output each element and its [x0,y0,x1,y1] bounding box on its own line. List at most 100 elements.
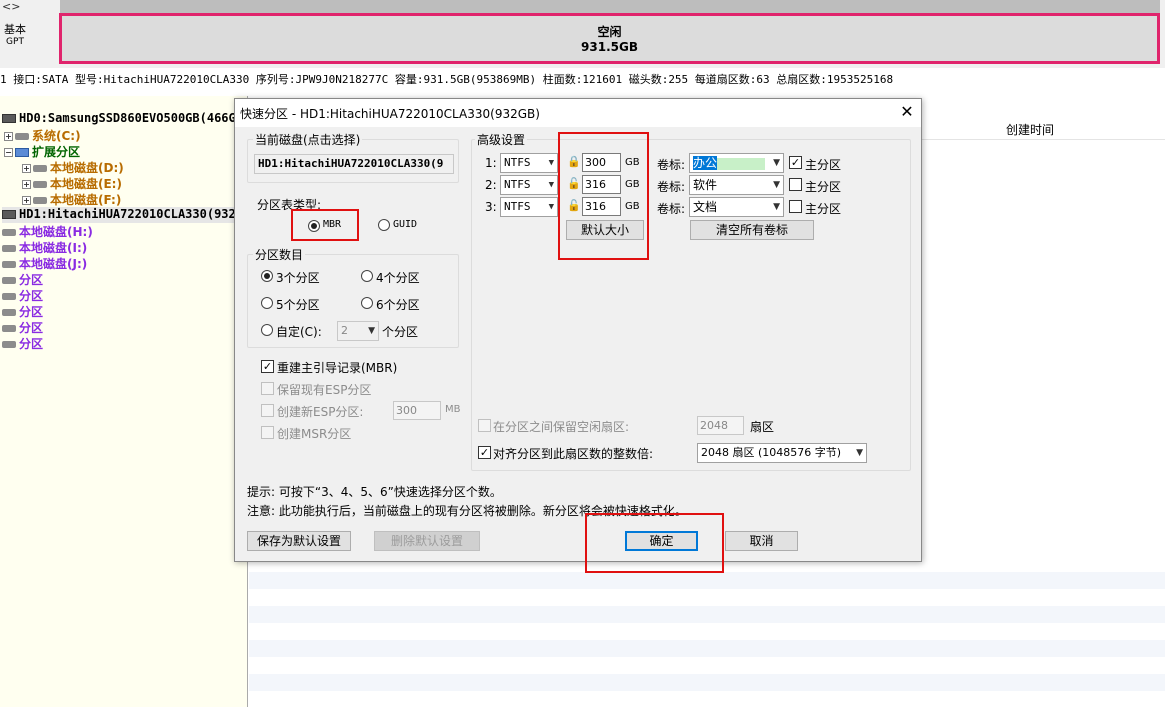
row-1-fs: NTFS [504,156,531,169]
disk-info-line: 1 接口:SATA 型号:HitachiHUA722010CLA330 序列号:… [0,73,894,86]
annotation-box-ok [585,513,724,573]
partition-icon [33,197,47,204]
row-3-vol: 文档 [693,200,718,214]
tree-item-label: 本地磁盘(E:) [50,177,122,191]
count-6-radio[interactable] [361,297,373,309]
count-3-radio[interactable] [261,270,273,282]
count-3-label: 3个分区 [276,271,320,285]
expand-icon[interactable]: + [22,180,31,189]
tree-item-j[interactable]: 本地磁盘(J:) [2,255,87,271]
expand-icon[interactable]: + [22,196,31,205]
annotation-box-mbr [291,209,359,241]
tree-item-d[interactable]: + 本地磁盘(D:) [22,159,124,175]
create-esp-checkbox[interactable] [261,404,274,417]
partition-icon [2,293,16,300]
tree-item-f[interactable]: + 本地磁盘(F:) [22,191,121,207]
row-2-primary-checkbox[interactable] [789,178,802,191]
count-5-radio[interactable] [261,297,273,309]
keep-free-sectors-label: 在分区之间保留空闲扇区: [493,420,630,434]
list-stripe [249,606,1165,623]
row-2-vol-select[interactable]: 软件 ▼ [689,175,784,195]
align-select[interactable]: 2048 扇区 (1048576 字节) ▼ [697,443,867,463]
close-icon[interactable]: ✕ [897,102,917,121]
chevron-down-icon: ▼ [773,202,780,212]
guid-label: GUID [393,219,418,230]
tree-item-partition[interactable]: 分区 [2,303,43,319]
tree-item-h[interactable]: 本地磁盘(H:) [2,223,93,239]
free-sectors-input[interactable]: 2048 [697,416,744,435]
delete-default-button[interactable]: 删除默认设置 [374,531,480,551]
save-default-button[interactable]: 保存为默认设置 [247,531,351,551]
tree-item-partition[interactable]: 分区 [2,319,43,335]
tree-item-i[interactable]: 本地磁盘(I:) [2,239,87,255]
clear-labels-button[interactable]: 清空所有卷标 [690,220,814,240]
partition-icon [2,261,16,268]
esp-unit: MB [445,404,461,415]
partition-icon [2,325,16,332]
custom-count-suffix: 个分区 [382,325,419,339]
row-3-primary-checkbox[interactable] [789,200,802,213]
custom-count-value: 2 [341,324,348,337]
count-5-label: 5个分区 [276,298,320,312]
custom-count-select[interactable]: 2 ▼ [337,321,379,341]
hard-disk-icon [2,210,16,219]
tree-item-label: 本地磁盘(D:) [50,161,124,175]
tree-item-partition[interactable]: 分区 [2,287,43,303]
tree-item-hd0[interactable]: HD0:SamsungSSD860EVO500GB(466GB) [2,111,250,127]
chevron-down-icon: ▼ [548,158,554,168]
partition-icon [33,181,47,188]
count-4-label: 4个分区 [376,271,420,285]
keep-esp-label: 保留现有ESP分区 [277,383,372,397]
free-sectors-unit: 扇区 [750,420,775,434]
column-create-time[interactable]: 创建时间 [1006,121,1054,138]
row-1-vol-select[interactable]: 办公 ▼ [689,153,784,173]
row-2-index: 2: [485,178,497,192]
row-1-vol: 办公 [693,156,718,170]
tree-item-partition[interactable]: 分区 [2,335,43,351]
row-2-vol-label: 卷标: [657,180,686,194]
rebuild-mbr-checkbox[interactable]: ✓ [261,360,274,373]
tree-item-extended[interactable]: − 扩展分区 [4,143,80,159]
vol-highlight [717,157,766,170]
free-space-block[interactable]: 空闲 931.5GB [59,13,1160,64]
nav-arrows[interactable]: <> [2,0,20,13]
expand-icon[interactable]: + [22,164,31,173]
row-1-index: 1: [485,156,497,170]
count-4-radio[interactable] [361,270,373,282]
current-disk-selector[interactable]: HD1:HitachiHUA722010CLA330(9 [254,154,454,174]
row-3-fs-select[interactable]: NTFS ▼ [500,197,558,217]
align-checkbox[interactable]: ✓ [478,446,491,459]
row-3-primary-label: 主分区 [805,202,842,216]
tree-item-partition[interactable]: 分区 [2,271,43,287]
chevron-down-icon: ▼ [548,180,554,190]
expand-icon[interactable]: + [4,132,13,141]
partition-icon [2,245,16,252]
collapse-icon[interactable]: − [4,148,13,157]
row-2-fs: NTFS [504,178,531,191]
esp-size-input[interactable]: 300 [393,401,441,420]
keep-free-sectors-checkbox[interactable] [478,419,491,432]
row-1-fs-select[interactable]: NTFS ▼ [500,153,558,173]
row-2-fs-select[interactable]: NTFS ▼ [500,175,558,195]
partition-icon [2,341,16,348]
keep-esp-checkbox[interactable] [261,382,274,395]
guid-radio[interactable] [378,219,390,231]
create-msr-checkbox[interactable] [261,426,274,439]
row-1-primary-checkbox[interactable]: ✓ [789,156,802,169]
disk-type-label: 基本 GPT [0,24,30,48]
extended-partition-icon [15,148,29,157]
partition-icon [33,165,47,172]
row-3-vol-select[interactable]: 文档 ▼ [689,197,784,217]
free-space-size: 931.5GB [581,40,638,54]
custom-count-radio[interactable] [261,324,273,336]
tree-item-e[interactable]: + 本地磁盘(E:) [22,175,122,191]
tree-item-hd1[interactable]: HD1:HitachiHUA722010CLA330(932G [2,207,248,223]
create-esp-label: 创建新ESP分区: [277,405,364,419]
tree-item-label: 分区 [19,305,44,319]
partition-icon [2,309,16,316]
tree-item-label: 分区 [19,321,44,335]
tree-item-label: HD0:SamsungSSD860EVO500GB(466GB) [19,111,251,125]
advanced-settings-label: 高级设置 [475,131,528,148]
tree-item-system-c[interactable]: + 系统(C:) [4,127,81,143]
cancel-button[interactable]: 取消 [725,531,798,551]
